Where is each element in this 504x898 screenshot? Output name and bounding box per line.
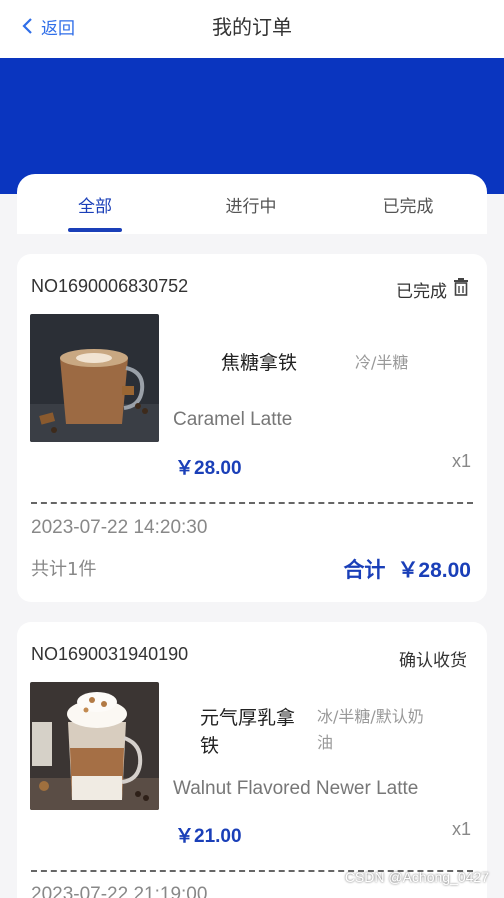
order-tabs: 全部 进行中 已完成 <box>17 174 487 234</box>
product-price: ￥28.00 <box>175 458 242 479</box>
product-english-name: Caramel Latte <box>173 409 293 430</box>
product-english-name: Walnut Flavored Newer Latte <box>173 778 419 799</box>
product-spec: 冷/半糖 <box>355 353 409 372</box>
tab-all[interactable]: 全部 <box>35 192 155 217</box>
watermark: CSDN @Achong_0427 <box>344 869 489 885</box>
tab-in-progress[interactable]: 进行中 <box>191 192 311 217</box>
tab-completed[interactable]: 已完成 <box>348 192 468 217</box>
nav-bar: 返回 我的订单 <box>0 0 504 58</box>
divider <box>31 502 473 504</box>
product-name: 元气厚乳拿铁 <box>200 707 296 757</box>
order-time: 2023-07-22 21:19:00 <box>31 884 208 898</box>
active-tab-indicator <box>68 228 122 232</box>
order-card[interactable]: NO1690031940190 确认收货 元气厚乳拿铁 冰/半糖/默认奶油 Wa… <box>17 622 487 898</box>
product-name: 焦糖拿铁 <box>221 352 298 374</box>
order-card[interactable]: NO1690006830752 已完成 焦糖拿铁 冷/半糖 Caramel La… <box>17 254 487 602</box>
item-count: 共计1件 <box>31 559 97 580</box>
order-number: NO1690031940190 <box>31 644 189 664</box>
page-title: 我的订单 <box>212 15 292 39</box>
product-quantity: x1 <box>451 451 471 471</box>
total-label: 合计 <box>343 558 386 582</box>
total-value: ￥28.00 <box>397 559 471 582</box>
product-quantity: x1 <box>451 819 471 839</box>
order-total: 合计 ￥28.00 <box>343 554 471 584</box>
order-number: NO1690006830752 <box>31 276 189 296</box>
product-spec: 冰/半糖/默认奶油 <box>317 707 424 752</box>
trash-icon[interactable] <box>453 278 469 296</box>
product-price: ￥21.00 <box>175 826 242 847</box>
order-status: 已完成 <box>396 282 447 302</box>
product-image[interactable] <box>30 314 159 442</box>
product-image[interactable] <box>30 682 159 810</box>
confirm-receipt-button[interactable]: 确认收货 <box>399 646 467 671</box>
order-time: 2023-07-22 14:20:30 <box>31 517 208 538</box>
